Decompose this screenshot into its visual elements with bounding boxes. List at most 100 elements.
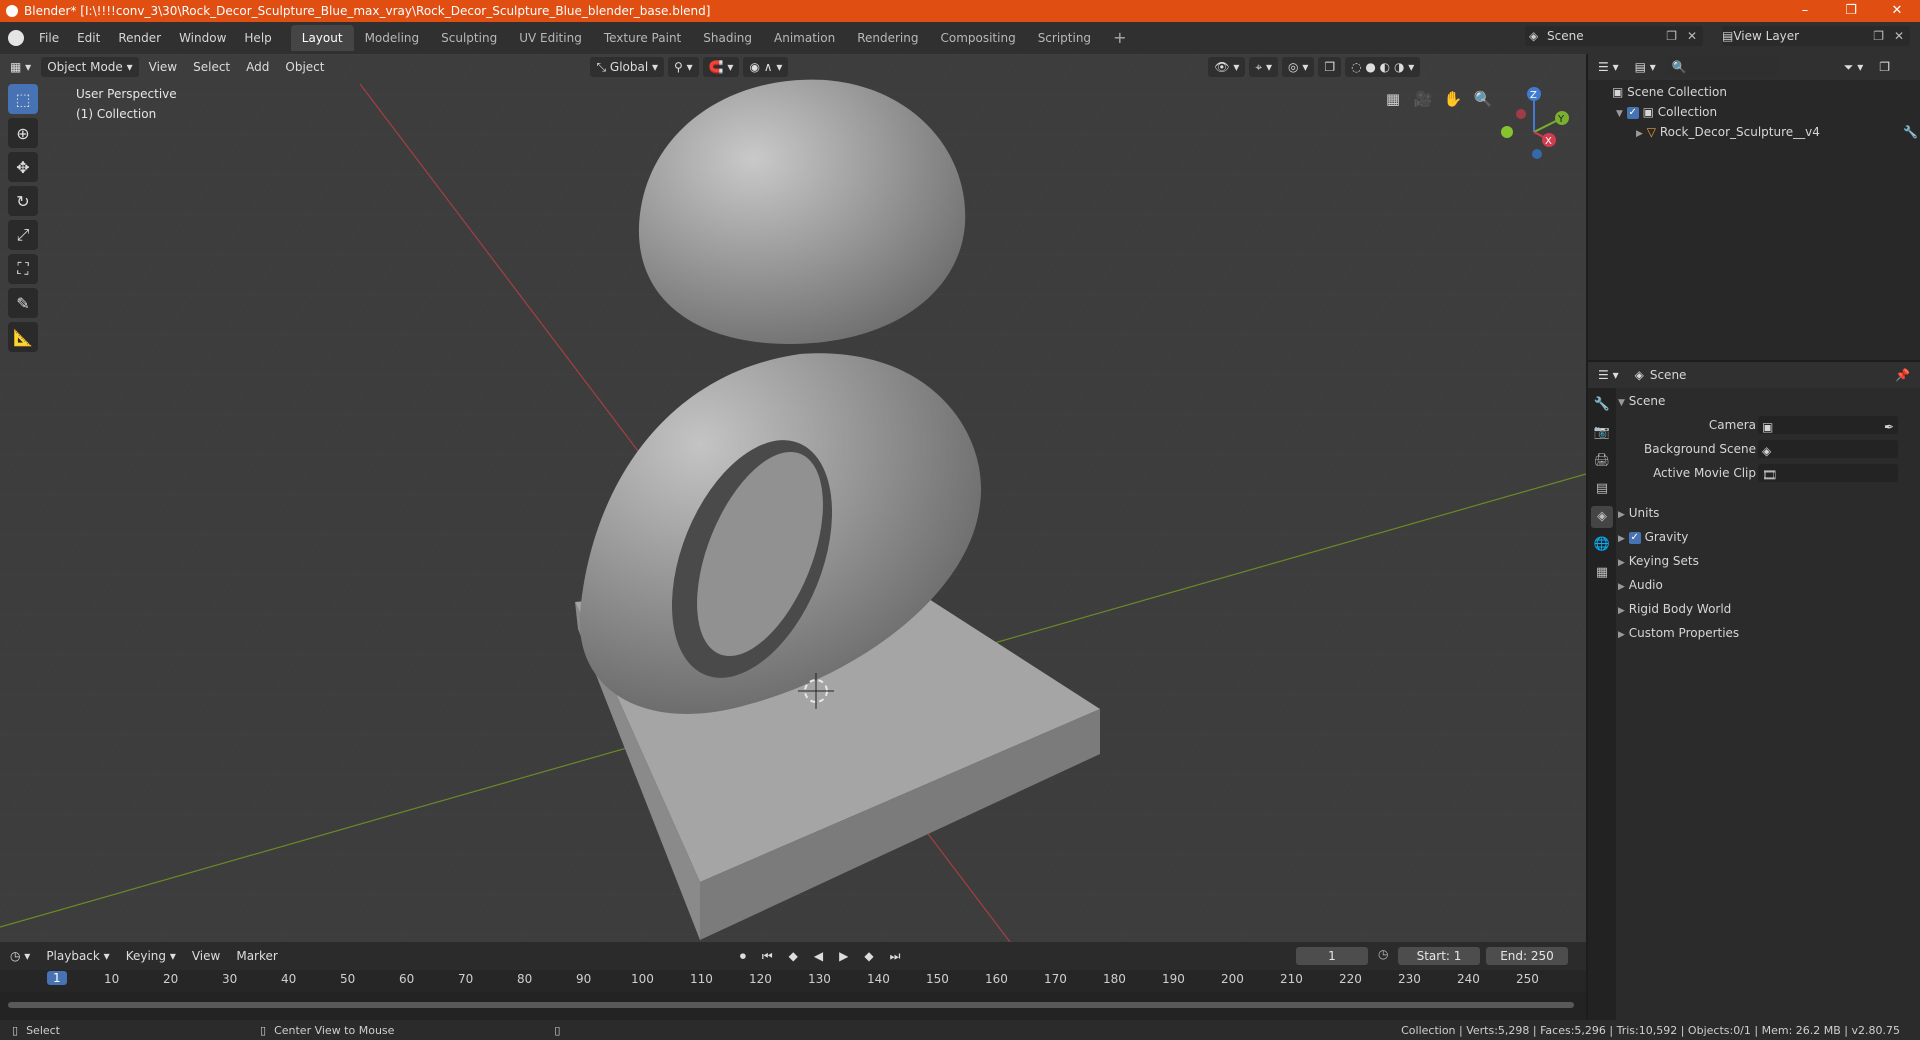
render-tab-icon[interactable]: 📷: [1591, 422, 1613, 444]
tab-animation[interactable]: Animation: [763, 25, 846, 51]
keying-sets-section[interactable]: ▶ Keying Sets: [1618, 550, 1918, 572]
playhead[interactable]: 1: [47, 971, 67, 985]
texture-tab-icon[interactable]: ▦: [1591, 562, 1613, 584]
start-frame-field[interactable]: Start: 1: [1398, 947, 1480, 965]
view-layer-selector[interactable]: ▤ View Layer ❐ ✕: [1722, 26, 1910, 46]
visibility-dropdown[interactable]: 👁 ▾: [1208, 57, 1246, 77]
mode-dropdown[interactable]: Object Mode ▾: [41, 57, 139, 77]
scene-selector[interactable]: ◈ Scene ❐ ✕: [1525, 26, 1703, 46]
menu-object[interactable]: Object: [279, 57, 330, 77]
background-scene-field[interactable]: ◈: [1758, 440, 1898, 458]
proportional-edit-toggle[interactable]: ◉ ∧ ▾: [743, 57, 789, 77]
outliner-row-collection[interactable]: ▼ ✓ ▣ Collection 👁: [1588, 102, 1920, 122]
editor-type-button[interactable]: ☰ ▾: [1592, 365, 1625, 385]
measure-tool-icon[interactable]: 📐: [8, 322, 38, 352]
units-section[interactable]: ▶ Units: [1618, 502, 1918, 524]
jump-start-icon[interactable]: ⏮: [756, 946, 779, 966]
frame-ruler[interactable]: 1 10 20 30 40 50 60 70 80 90 100 110 120…: [0, 970, 1586, 992]
collection-checkbox[interactable]: ✓: [1626, 106, 1639, 119]
move-tool-icon[interactable]: ✥: [8, 152, 38, 182]
filter-icon[interactable]: ⏷ ▾: [1838, 57, 1869, 77]
jump-end-icon[interactable]: ⏭: [884, 946, 907, 966]
orientation-dropdown[interactable]: ⤡ Global ▾: [590, 57, 665, 77]
play-reverse-icon[interactable]: ◀: [808, 946, 829, 966]
shading-modes[interactable]: ◌ ● ◐ ◑ ▾: [1345, 57, 1421, 77]
menu-add[interactable]: Add: [240, 57, 275, 77]
scene-tab-icon[interactable]: ◈: [1591, 506, 1613, 528]
audio-section[interactable]: ▶ Audio: [1618, 574, 1918, 596]
next-keyframe-icon[interactable]: ◆: [858, 946, 879, 966]
world-tab-icon[interactable]: 🌐: [1591, 534, 1613, 556]
close-icon[interactable]: ✕: [1894, 29, 1904, 43]
disclosure-triangle-icon[interactable]: ▼: [1616, 109, 1623, 119]
tab-layout[interactable]: Layout: [290, 25, 354, 51]
gravity-checkbox[interactable]: ✓: [1628, 531, 1641, 544]
minimize-button[interactable]: –: [1782, 0, 1828, 22]
tab-compositing[interactable]: Compositing: [929, 25, 1026, 51]
zoom-view-icon[interactable]: 🔍: [1470, 86, 1496, 112]
tab-modeling[interactable]: Modeling: [354, 25, 431, 51]
pivot-dropdown[interactable]: ⚲ ▾: [668, 57, 699, 77]
editor-type-button[interactable]: ▦ ▾: [4, 57, 37, 77]
keying-menu[interactable]: Keying ▾: [120, 946, 182, 966]
pin-icon[interactable]: 📌: [1895, 368, 1910, 382]
timeline-view-menu[interactable]: View: [186, 946, 226, 966]
editor-type-button[interactable]: ◷ ▾: [4, 946, 36, 966]
copy-icon[interactable]: ❐: [1666, 29, 1677, 43]
menu-select[interactable]: Select: [187, 57, 236, 77]
outliner-search-input[interactable]: 🔍: [1665, 57, 1778, 77]
disclosure-triangle-icon[interactable]: ▶: [1636, 129, 1643, 139]
toggle-perspective-icon[interactable]: ▦: [1380, 86, 1406, 112]
copy-icon[interactable]: ❐: [1873, 29, 1884, 43]
rotate-tool-icon[interactable]: ↻: [8, 186, 38, 216]
3d-viewport[interactable]: Z Y X ▦ ▾ Object Mode ▾ View Select Add …: [0, 54, 1586, 942]
end-frame-field[interactable]: End: 250: [1486, 947, 1568, 965]
marker-menu[interactable]: Marker: [230, 946, 283, 966]
playback-menu[interactable]: Playback ▾: [40, 946, 115, 966]
rigid-body-world-section[interactable]: ▶ Rigid Body World: [1618, 598, 1918, 620]
gravity-section[interactable]: ▶ ✓ Gravity: [1618, 526, 1918, 548]
camera-view-icon[interactable]: 🎥: [1410, 86, 1436, 112]
add-workspace-button[interactable]: +: [1102, 25, 1137, 51]
menu-file[interactable]: File: [30, 25, 68, 51]
modifier-icon[interactable]: 🔧: [1903, 122, 1918, 142]
tab-texture-paint[interactable]: Texture Paint: [593, 25, 692, 51]
overlay-toggle[interactable]: ◎ ▾: [1282, 57, 1315, 77]
tab-scripting[interactable]: Scripting: [1027, 25, 1102, 51]
outliner-row-scene-collection[interactable]: ▣ Scene Collection: [1588, 82, 1920, 102]
menu-help[interactable]: Help: [235, 25, 280, 51]
outliner-row-object[interactable]: ▶ ▽ Rock_Decor_Sculpture__v4 🔧 ▼ 👁: [1588, 122, 1920, 142]
tab-rendering[interactable]: Rendering: [846, 25, 929, 51]
close-button[interactable]: ✕: [1874, 0, 1920, 22]
output-tab-icon[interactable]: 🖨: [1591, 450, 1613, 472]
menu-edit[interactable]: Edit: [68, 25, 109, 51]
menu-view[interactable]: View: [143, 57, 183, 77]
record-icon[interactable]: ⏺: [734, 946, 752, 966]
timeline-body[interactable]: [0, 992, 1586, 1020]
current-frame-field[interactable]: 1: [1296, 947, 1368, 965]
stopwatch-icon[interactable]: ◷: [1378, 947, 1388, 961]
select-box-tool-icon[interactable]: ⬚: [8, 84, 38, 114]
gizmo-toggle[interactable]: ⌖ ▾: [1249, 57, 1279, 77]
tool-tab-icon[interactable]: 🔧: [1591, 394, 1613, 416]
snap-toggle[interactable]: 🧲 ▾: [702, 57, 740, 77]
custom-properties-section[interactable]: ▶ Custom Properties: [1618, 622, 1918, 644]
scale-tool-icon[interactable]: ⤢: [8, 220, 38, 250]
tab-sculpting[interactable]: Sculpting: [430, 25, 508, 51]
annotate-tool-icon[interactable]: ✎: [8, 288, 38, 318]
eyedropper-icon[interactable]: ✒: [1884, 416, 1894, 438]
xray-toggle[interactable]: ❐: [1318, 57, 1342, 77]
camera-field[interactable]: ▣ ✒: [1758, 416, 1898, 434]
prev-keyframe-icon[interactable]: ◆: [783, 946, 804, 966]
pan-view-icon[interactable]: ✋: [1440, 86, 1466, 112]
play-icon[interactable]: ▶: [833, 946, 854, 966]
menu-window[interactable]: Window: [170, 25, 235, 51]
blender-menu-icon[interactable]: [8, 30, 24, 46]
maximize-button[interactable]: ❐: [1828, 0, 1874, 22]
active-movie-clip-field[interactable]: 🎞: [1758, 464, 1898, 482]
scene-panel-header[interactable]: ▼ Scene: [1618, 390, 1918, 412]
tab-shading[interactable]: Shading: [692, 25, 763, 51]
tab-uv-editing[interactable]: UV Editing: [508, 25, 593, 51]
timeline-scrollbar[interactable]: [8, 1002, 1574, 1008]
display-mode-button[interactable]: ▤ ▾: [1629, 57, 1662, 77]
